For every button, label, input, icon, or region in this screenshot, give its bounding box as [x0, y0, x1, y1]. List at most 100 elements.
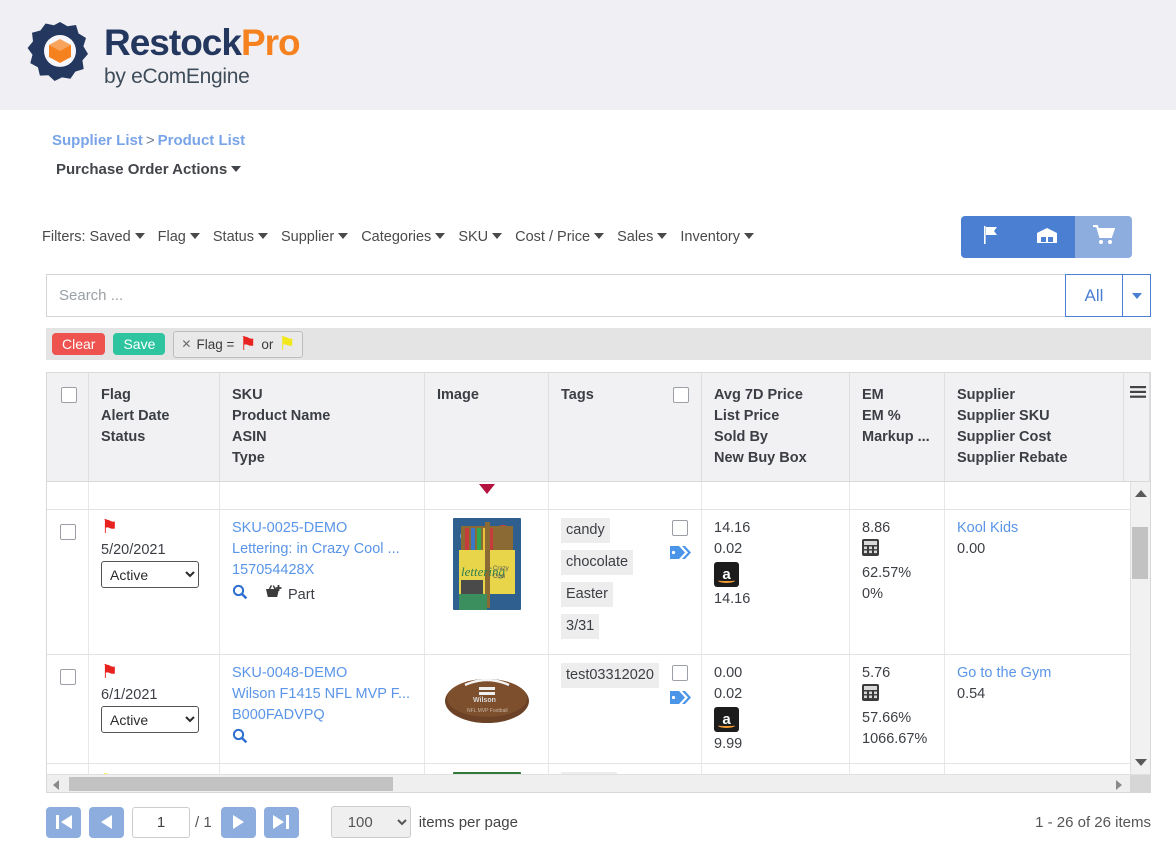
filter-categories[interactable]: Categories — [361, 229, 445, 245]
product-image[interactable]: Wilson NFL MVP Football — [443, 671, 531, 731]
first-page-button[interactable] — [46, 807, 81, 838]
filter-saved[interactable]: Filters: Saved — [42, 229, 145, 245]
search-scope-button[interactable]: All — [1065, 274, 1123, 317]
svg-text:Cool: Cool — [493, 574, 505, 580]
column-header-sku[interactable]: SKU Product Name ASIN Type — [220, 373, 425, 481]
tag-pill[interactable]: candy — [561, 518, 610, 543]
row-flag-cell: ⚑ 5/20/2021 Active — [89, 510, 220, 654]
table-row[interactable]: ⚑ 5/20/2021 Active SKU-0025-DEMO Letteri… — [47, 510, 1150, 655]
clear-button[interactable]: Clear — [52, 333, 105, 355]
table-row[interactable]: ⚑ 6/1/2021 Active SKU-0048-DEMO Wilson F… — [47, 655, 1150, 764]
row-tag-checkbox[interactable] — [672, 520, 688, 536]
breadcrumb-supplier-list[interactable]: Supplier List — [52, 132, 143, 149]
next-page-button[interactable] — [221, 807, 256, 838]
tag-pill[interactable]: chocolate — [561, 550, 633, 575]
close-icon[interactable]: ✕ — [181, 337, 191, 351]
product-name-link[interactable]: Wilson F1415 NFL MVP F... — [232, 684, 412, 705]
sku-link[interactable]: SKU-0025-DEMO — [232, 518, 412, 539]
asin-link[interactable]: B000FADVPQ — [232, 705, 412, 726]
filter-supplier[interactable]: Supplier — [281, 229, 348, 245]
purchase-order-actions-menu[interactable]: Purchase Order Actions — [0, 149, 1176, 178]
supplier-link[interactable]: Kool Kids — [957, 518, 1111, 539]
supplier-cost: 0.54 — [957, 684, 1111, 705]
filter-chip-or: or — [261, 337, 273, 352]
tag-pill[interactable]: 3/31 — [561, 614, 599, 639]
new-buy-box: 9.99 — [714, 734, 837, 755]
chevron-down-icon — [135, 233, 145, 239]
status-select[interactable]: Active — [101, 706, 199, 733]
hamburger-menu-icon — [1130, 385, 1146, 406]
scroll-left-icon[interactable] — [53, 780, 59, 790]
column-chooser-button[interactable] — [1123, 373, 1150, 481]
column-header-image[interactable]: Image — [425, 373, 549, 481]
items-per-page-select[interactable]: 100 — [331, 806, 411, 838]
filter-menus: Filters: Saved Flag Status Supplier Cate… — [42, 229, 961, 245]
column-header-flag[interactable]: Flag Alert Date Status — [89, 373, 220, 481]
status-select[interactable]: Active — [101, 561, 199, 588]
calculator-icon[interactable] — [862, 684, 932, 708]
row-tags-cell: holiday — [549, 764, 702, 774]
breadcrumb-product-list[interactable]: Product List — [158, 132, 246, 149]
select-all-checkbox[interactable] — [61, 387, 77, 403]
add-part-action[interactable]: Part — [264, 583, 315, 607]
search-input[interactable] — [46, 274, 1065, 317]
filter-inventory[interactable]: Inventory — [680, 229, 754, 245]
row-checkbox[interactable] — [60, 524, 76, 540]
page-number-input[interactable] — [132, 807, 190, 838]
table-row-partial — [47, 482, 1150, 510]
horizontal-scroll-thumb[interactable] — [69, 777, 393, 791]
filter-chip-flag[interactable]: ✕ Flag = ⚑ or ⚑ — [173, 331, 303, 358]
column-header-price[interactable]: Avg 7D Price List Price Sold By New Buy … — [702, 373, 850, 481]
asin-link[interactable]: 157054428X — [232, 560, 412, 581]
calculator-icon[interactable] — [862, 539, 932, 563]
product-name-link[interactable]: Lettering: in Crazy Cool ... — [232, 539, 412, 560]
row-supplier-cell: Everything entertain — [945, 764, 1123, 774]
vertical-scrollbar[interactable] — [1130, 482, 1150, 774]
purchase-order-actions-label: Purchase Order Actions — [56, 161, 227, 178]
cart-view-button[interactable] — [1075, 216, 1132, 258]
last-page-button[interactable] — [264, 807, 299, 838]
tag-icon[interactable] — [669, 689, 691, 713]
scroll-down-icon[interactable] — [1135, 759, 1147, 766]
row-sku-cell: SKU-0036-DEMO Rio Starring Jesse Eisenb.… — [220, 764, 425, 774]
row-checkbox[interactable] — [60, 669, 76, 685]
header-line: Supplier SKU — [957, 406, 1113, 427]
svg-text:Crazy: Crazy — [493, 566, 509, 572]
save-button[interactable]: Save — [113, 333, 165, 355]
product-image[interactable]: lettering Crazy Cool — [453, 518, 521, 610]
table-row[interactable]: ⚑ 5/20/2021 Active SKU-0036-DEMO Rio Sta… — [47, 764, 1150, 774]
header-line: Product Name — [232, 406, 414, 427]
vertical-scroll-thumb[interactable] — [1132, 527, 1148, 579]
flag-view-button[interactable] — [961, 216, 1018, 258]
sku-link[interactable]: SKU-0048-DEMO — [232, 663, 412, 684]
search-icon[interactable] — [232, 584, 248, 607]
scroll-up-icon[interactable] — [1135, 490, 1147, 497]
em-percent: 62.57% — [862, 563, 932, 584]
filter-status[interactable]: Status — [213, 229, 268, 245]
supplier-cost: 0.00 — [957, 539, 1111, 560]
chevron-down-icon — [258, 233, 268, 239]
scrollbar-corner — [1130, 775, 1150, 793]
red-flag-icon[interactable]: ⚑ — [101, 518, 118, 537]
filter-flag[interactable]: Flag — [158, 229, 200, 245]
row-tag-checkbox[interactable] — [672, 665, 688, 681]
tag-pill[interactable]: Easter — [561, 582, 613, 607]
scroll-right-icon[interactable] — [1116, 780, 1122, 790]
red-flag-icon[interactable]: ⚑ — [101, 663, 118, 682]
column-header-tags[interactable]: Tags — [549, 373, 702, 481]
logo-subtitle: by eComEngine — [104, 66, 300, 87]
tag-icon[interactable] — [669, 544, 691, 568]
filter-sales[interactable]: Sales — [617, 229, 667, 245]
tag-pill[interactable]: test03312020 — [561, 663, 659, 688]
previous-page-button[interactable] — [89, 807, 124, 838]
search-scope-dropdown-toggle[interactable] — [1123, 274, 1151, 317]
filter-cost-price[interactable]: Cost / Price — [515, 229, 604, 245]
column-header-supplier[interactable]: Supplier Supplier SKU Supplier Cost Supp… — [945, 373, 1123, 481]
supplier-link[interactable]: Go to the Gym — [957, 663, 1111, 684]
search-icon[interactable] — [232, 728, 248, 751]
horizontal-scrollbar[interactable] — [47, 774, 1150, 792]
select-all-tags-checkbox[interactable] — [673, 387, 689, 403]
warehouse-view-button[interactable] — [1018, 216, 1075, 258]
filter-sku[interactable]: SKU — [458, 229, 502, 245]
column-header-em[interactable]: EM EM % Markup ... — [850, 373, 945, 481]
